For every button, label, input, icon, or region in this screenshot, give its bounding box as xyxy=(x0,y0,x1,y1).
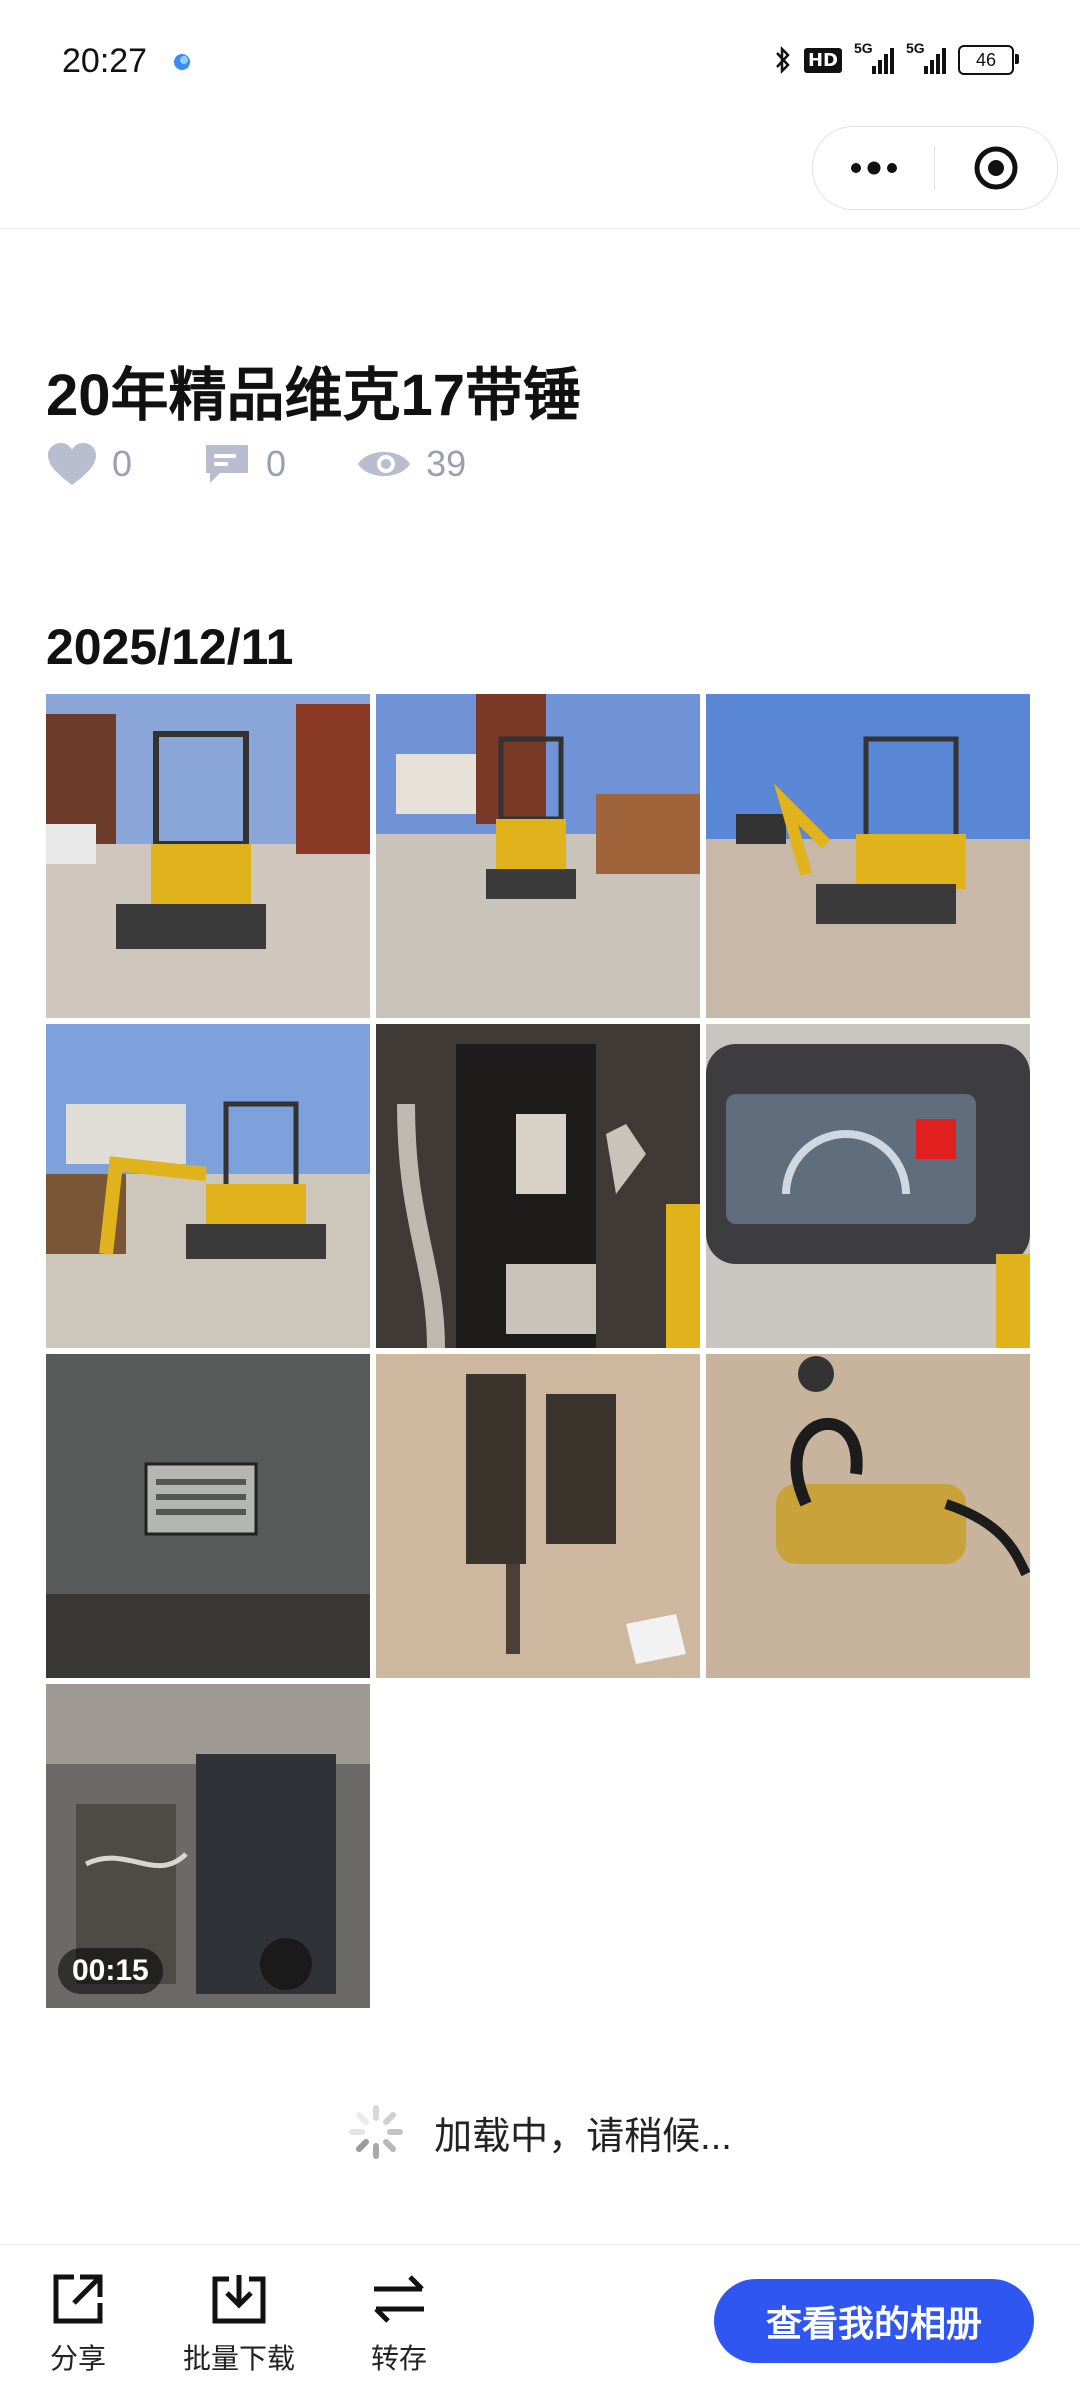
signal-icon-1: 5G xyxy=(854,40,894,74)
miniprogram-capsule xyxy=(812,126,1058,210)
status-icons: HD 5G 5G 46 xyxy=(774,40,1019,80)
more-button[interactable] xyxy=(813,127,934,209)
album-date: 2025/12/11 xyxy=(46,619,294,675)
view-stat: 39 xyxy=(356,443,466,485)
photo-thumbnail[interactable] xyxy=(376,694,700,1018)
video-thumbnail[interactable]: 00:15 xyxy=(46,1684,370,2008)
view-count: 39 xyxy=(426,443,467,484)
excavator-photo xyxy=(46,1024,370,1348)
signal-icon-2: 5G xyxy=(906,40,946,74)
video-duration-badge: 00:15 xyxy=(58,1948,163,1994)
share-button[interactable]: 分享 xyxy=(50,2271,106,2377)
battery-indicator: 46 xyxy=(958,45,1019,75)
save-label: 转存 xyxy=(370,2343,427,2374)
view-album-button[interactable]: 查看我的相册 xyxy=(714,2279,1034,2363)
save-button[interactable]: 转存 xyxy=(370,2271,428,2377)
post-stats: 0 0 39 xyxy=(46,436,536,492)
hammer-hoses-photo xyxy=(706,1354,1030,1678)
batch-download-button[interactable]: 批量下载 xyxy=(183,2271,295,2377)
photo-thumbnail[interactable] xyxy=(706,1354,1030,1678)
comment-stat[interactable]: 0 xyxy=(202,441,286,487)
photo-thumbnail[interactable] xyxy=(376,1354,700,1678)
excavator-photo xyxy=(706,694,1030,1018)
download-icon xyxy=(212,2275,266,2324)
heart-icon xyxy=(48,443,96,485)
status-time: 20:27 xyxy=(62,42,148,80)
loading-text: 加载中，请稍候... xyxy=(434,2115,732,2158)
loading-indicator: 加载中，请稍候... xyxy=(0,2100,1080,2164)
batch-download-label: 批量下载 xyxy=(183,2343,296,2374)
like-stat[interactable]: 0 xyxy=(46,441,132,487)
hammer-attachment-photo xyxy=(376,1354,700,1678)
bluetooth-icon xyxy=(776,45,790,75)
eye-icon xyxy=(358,452,411,476)
nameplate-photo xyxy=(46,1354,370,1678)
target-circle-icon xyxy=(974,146,1017,190)
photo-thumbnail[interactable] xyxy=(46,694,370,1018)
like-count: 0 xyxy=(112,443,133,484)
photo-thumbnail[interactable] xyxy=(706,694,1030,1018)
share-label: 分享 xyxy=(50,2343,107,2374)
transfer-icon xyxy=(374,2275,424,2323)
share-icon xyxy=(53,2274,103,2324)
spinner-icon xyxy=(349,2105,404,2159)
excavator-photo xyxy=(46,694,370,1018)
photo-thumbnail[interactable] xyxy=(706,1024,1030,1348)
comment-icon xyxy=(206,445,249,483)
app-notification-icon xyxy=(174,54,190,70)
close-miniprogram-button[interactable] xyxy=(935,127,1056,209)
ellipsis-icon xyxy=(850,161,897,175)
header-divider xyxy=(0,228,1080,229)
excavator-photo xyxy=(376,694,700,1018)
status-bar: 20:27 HD 5G 5G 46 xyxy=(0,0,1080,120)
photo-thumbnail[interactable] xyxy=(46,1024,370,1348)
comment-count: 0 xyxy=(266,443,287,484)
bottom-action-bar: 分享 批量下载 转存 查看我的相册 xyxy=(0,2244,1080,2401)
post-title: 20年精品维克17带锤 xyxy=(46,363,582,428)
engine-bracket-photo xyxy=(376,1024,700,1348)
dashboard-photo xyxy=(706,1024,1030,1348)
hd-badge: HD xyxy=(803,47,842,73)
photo-grid: 00:15 xyxy=(46,694,1030,2008)
photo-thumbnail[interactable] xyxy=(46,1354,370,1678)
photo-thumbnail[interactable] xyxy=(376,1024,700,1348)
